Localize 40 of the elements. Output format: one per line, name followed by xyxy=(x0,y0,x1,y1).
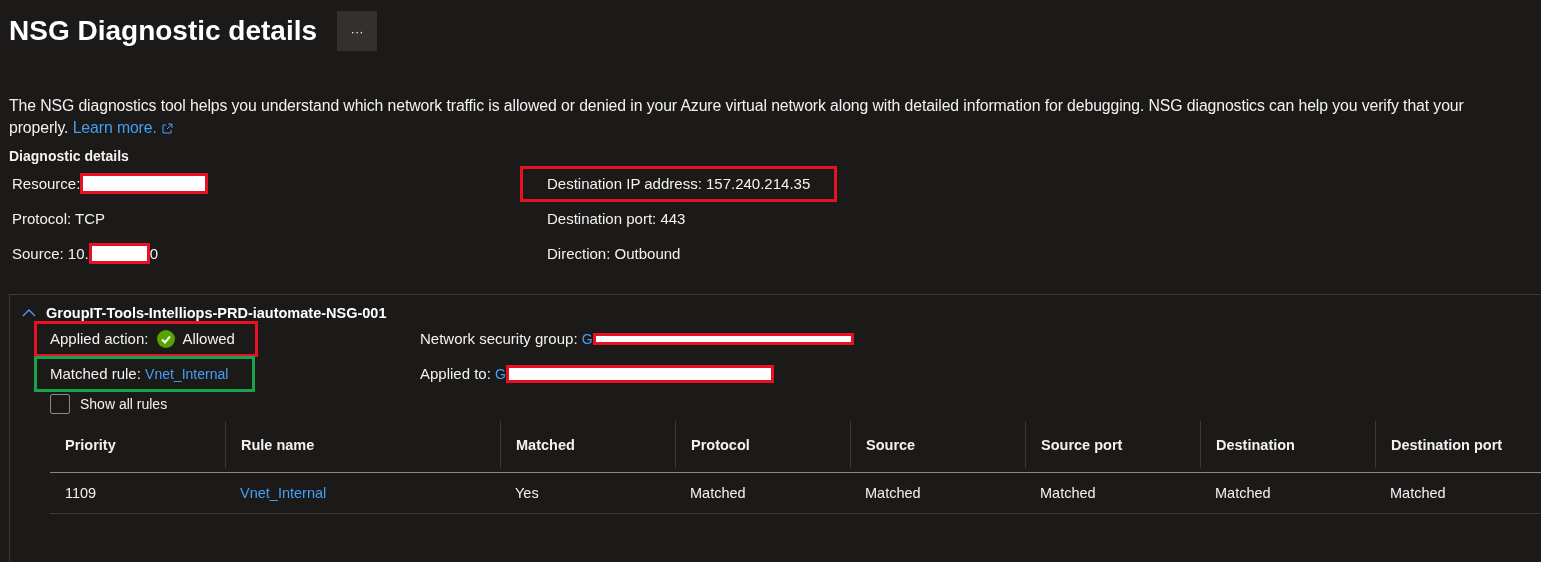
chevron-up-icon xyxy=(22,309,36,317)
column-header: Matched xyxy=(500,421,675,468)
detail-text: Destination IP address: 157.240.214.35 xyxy=(547,175,811,192)
table-cell: Matched xyxy=(1390,485,1446,501)
column-header: Protocol xyxy=(675,421,850,468)
table-cell: 1109 xyxy=(65,485,97,501)
detail-text: Source: 10. xyxy=(12,245,89,262)
column-header: Destination xyxy=(1200,421,1375,468)
page-title: NSG Diagnostic details xyxy=(9,15,318,47)
description-paragraph: The NSG diagnostics tool helps you understand which network traffic is allowed or denied in your Azure virtual network along with detailed information for debugging. NSG diagnostics can help you verify that your properly. Learn more. xyxy=(9,95,1541,139)
learn-more-link[interactable]: Learn more. xyxy=(72,117,173,139)
applied-action-label: Applied action: xyxy=(50,330,149,347)
applied-action-value: Allowed xyxy=(182,330,235,347)
more-button[interactable]: ··· xyxy=(337,11,378,51)
applied-to-label: Applied to: xyxy=(420,365,492,382)
matched-rule-label: Matched rule: xyxy=(50,365,142,382)
section-heading: Diagnostic details xyxy=(9,148,130,164)
table-cell: Yes xyxy=(515,485,539,501)
group-header[interactable]: GroupIT-Tools-Intelliops-PRD-iautomate-NSG-001 xyxy=(22,305,387,321)
detail-text: 0 xyxy=(149,245,159,262)
detail-text: Direction: Outbound xyxy=(547,245,681,262)
rule-name-link[interactable]: Vnet_Internal xyxy=(240,485,327,501)
column-header: Source port xyxy=(1025,421,1200,468)
applied-to-link[interactable]: G xyxy=(495,365,506,382)
column-header: Source xyxy=(850,421,1025,468)
matched-rule-link[interactable]: Vnet_Internal xyxy=(145,365,229,382)
table-cell: Matched xyxy=(865,485,921,501)
column-header: Priority xyxy=(64,435,117,455)
detail-text: Destination port: 443 xyxy=(547,210,686,227)
show-all-rules-checkbox[interactable]: Show all rules xyxy=(50,391,1541,417)
column-header: Rule name xyxy=(225,421,500,468)
nsg-label: Network security group: xyxy=(420,330,579,347)
table-cell: Matched xyxy=(1215,485,1271,501)
detail-text: Protocol: TCP xyxy=(12,210,106,227)
table-cell: Matched xyxy=(690,485,746,501)
column-header: Destination port xyxy=(1375,421,1541,468)
table-cell: Matched xyxy=(1040,485,1096,501)
external-link-icon xyxy=(161,122,173,134)
detail-text: Resource: xyxy=(12,175,81,192)
nsg-link[interactable]: G xyxy=(581,330,593,347)
